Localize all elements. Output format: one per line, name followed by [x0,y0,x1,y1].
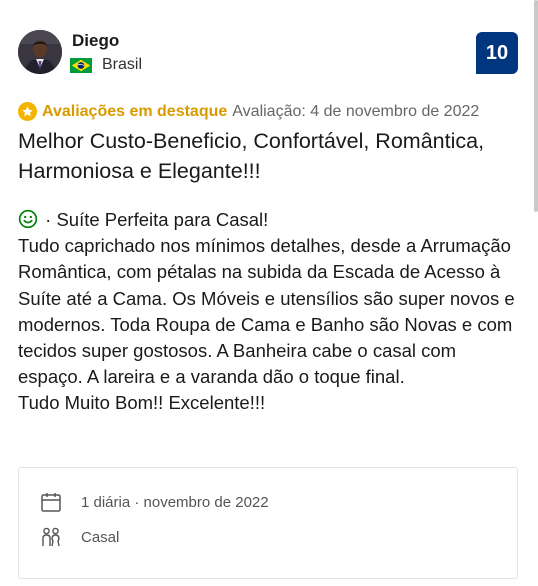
review-positive-line: · Suíte Perfeita para Casal! [18,207,523,233]
calendar-icon [41,493,61,512]
brazil-flag-icon [70,57,92,73]
reviewer-name: Diego [72,31,120,50]
review-body: · Suíte Perfeita para Casal! Tudo capric… [18,207,523,417]
smile-icon [18,209,38,229]
featured-label: Avaliações em destaque [42,102,228,120]
traveler-type-row: Casal [39,525,119,549]
reviewer-country: Brasil [70,56,142,74]
reviewer-header: Diego Brasil 10 [18,30,518,78]
review-score-badge: 10 [476,32,518,74]
stay-duration-row: 1 diária · novembro de 2022 [39,490,269,514]
couple-icon [42,527,60,547]
scrollbar[interactable] [534,0,538,212]
review-meta: Avaliações em destaque Avaliação: 4 de n… [18,102,479,121]
traveler-type: Casal [81,528,120,546]
review-paragraph: Tudo caprichado nos mínimos detalhes, de… [18,235,515,388]
country-name: Brasil [102,56,143,73]
avatar[interactable] [18,30,62,74]
review-positive-lead: · Suíte Perfeita para Casal! [45,209,269,230]
featured-star-icon [18,102,37,121]
review-date: Avaliação: 4 de novembro de 2022 [232,102,480,120]
review-title: Melhor Custo-Beneficio, Confortável, Rom… [18,129,485,183]
stay-duration: 1 diária · novembro de 2022 [81,493,269,511]
review-paragraph: Tudo Muito Bom!! Excelente!!! [18,392,266,414]
stay-details-card: 1 diária · novembro de 2022 Casal [18,467,518,579]
